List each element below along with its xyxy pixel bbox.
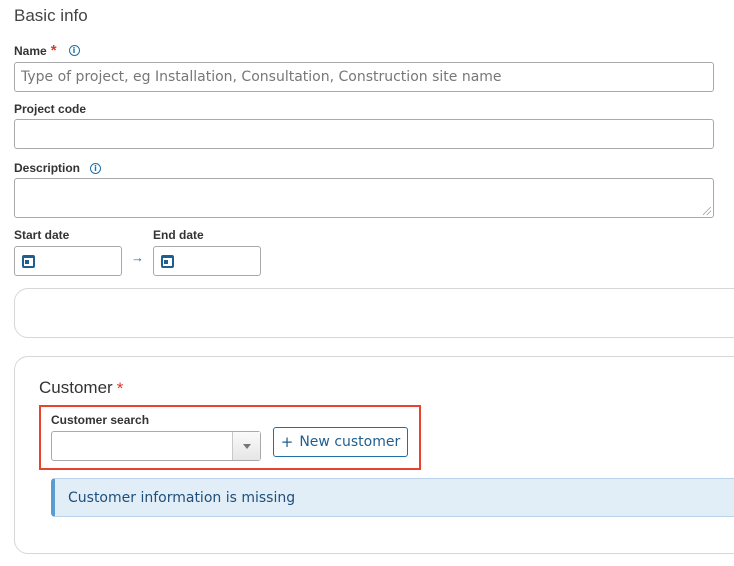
project-code-label: Project code bbox=[14, 102, 87, 116]
name-input[interactable] bbox=[14, 62, 714, 92]
start-date-label-row: Start date bbox=[14, 228, 69, 242]
required-asterisk: * bbox=[116, 378, 124, 398]
end-date-label: End date bbox=[153, 228, 204, 242]
name-label: Name bbox=[14, 43, 47, 58]
chevron-down-icon bbox=[242, 443, 251, 449]
info-icon[interactable]: i bbox=[90, 162, 102, 174]
required-asterisk: * bbox=[50, 42, 57, 59]
project-code-input[interactable] bbox=[14, 119, 714, 149]
customer-search-label: Customer search bbox=[51, 413, 150, 427]
start-date-label: Start date bbox=[14, 228, 70, 242]
calendar-icon[interactable] bbox=[22, 255, 35, 268]
description-label: Description bbox=[14, 161, 81, 175]
description-textarea[interactable] bbox=[14, 178, 714, 218]
name-label-row: Name * i bbox=[14, 43, 80, 58]
start-date-input[interactable] bbox=[14, 246, 122, 276]
end-date-input[interactable] bbox=[153, 246, 261, 276]
customer-search-select[interactable] bbox=[51, 431, 261, 461]
customer-title-text: Customer bbox=[39, 378, 113, 397]
customer-search-label-row: Customer search bbox=[51, 413, 149, 427]
customer-title: Customer * bbox=[39, 378, 123, 398]
missing-customer-alert: Customer information is missing bbox=[51, 478, 734, 517]
description-label-row: Description i bbox=[14, 161, 102, 175]
project-code-label-row: Project code bbox=[14, 102, 86, 116]
info-icon[interactable]: i bbox=[68, 45, 80, 56]
section-title: Basic info bbox=[14, 6, 88, 25]
empty-panel bbox=[14, 288, 734, 338]
alert-message: Customer information is missing bbox=[68, 489, 296, 506]
project-form: Basic info Name * i Project code Descrip… bbox=[0, 0, 734, 566]
dropdown-button[interactable] bbox=[232, 432, 260, 460]
resize-handle-icon[interactable] bbox=[703, 207, 711, 215]
end-date-label-row: End date bbox=[153, 228, 204, 242]
arrow-right-icon: → bbox=[131, 250, 144, 265]
plus-icon: + bbox=[280, 432, 294, 451]
new-customer-button[interactable]: + New customer bbox=[273, 427, 408, 457]
calendar-icon[interactable] bbox=[161, 255, 174, 268]
new-customer-label: New customer bbox=[299, 434, 401, 450]
